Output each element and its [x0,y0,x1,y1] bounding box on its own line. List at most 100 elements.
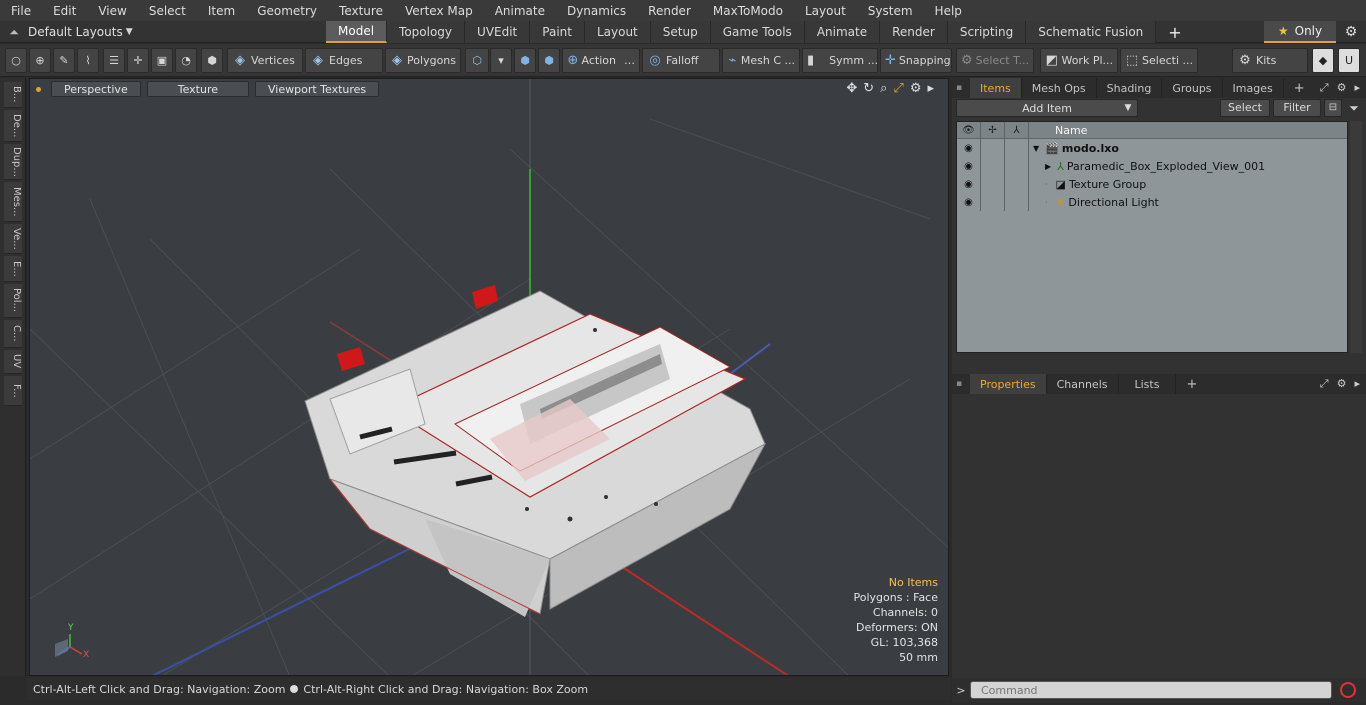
menu-dynamics[interactable]: Dynamics [556,4,637,18]
unity-icon[interactable]: ◆ [1312,48,1334,73]
left-tab-edge[interactable]: E... [4,256,22,282]
unreal-icon[interactable]: U [1338,48,1360,73]
left-tab-deform[interactable]: De... [4,110,22,142]
left-tab-mesh-edit[interactable]: Mes... [4,182,22,222]
menu-system[interactable]: System [857,4,924,18]
shield-mode-icon[interactable]: ⬢ [201,48,223,73]
add-panel-tab-icon[interactable]: + [1284,78,1315,98]
viewport-gear-icon[interactable]: ⚙ [910,81,922,96]
panel-grip-icon[interactable]: ▪ [956,374,964,394]
brush-icon[interactable]: ⌇ [77,48,99,73]
left-tab-fusion[interactable]: F... [4,376,22,406]
tree-row[interactable]: ◉ ▶ ⅄ Paramedic_Box_Exploded_View_001 [957,157,1347,175]
tree-row[interactable]: ◉ · ◪ Texture Group [957,175,1347,193]
tab-scripting[interactable]: Scripting [947,21,1027,43]
menu-vertex-map[interactable]: Vertex Map [394,4,484,18]
axis-header-icon[interactable]: ⅄ [1005,122,1029,139]
eye-icon[interactable]: ◉ [957,175,981,193]
viewport-menu-dot[interactable] [36,86,41,92]
tree-scrollbar[interactable] [1350,121,1362,353]
tab-model[interactable]: Model [326,21,388,43]
tab-render[interactable]: Render [880,21,948,43]
zoom-icon[interactable]: ⌕ [880,81,887,96]
select-button[interactable]: Select [1220,99,1270,117]
panel-menu-icon[interactable]: ▸ [1354,377,1360,391]
menu-layout[interactable]: Layout [794,4,857,18]
command-history-icon[interactable]: > [952,684,970,697]
tab-images[interactable]: Images [1223,78,1284,98]
left-tab-polygon[interactable]: Pol... [4,284,22,318]
eye-icon[interactable]: ◉ [957,157,981,175]
left-tab-duplicate[interactable]: Dup... [4,144,22,180]
panel-gear-icon[interactable]: ⚙ [1337,81,1347,95]
kits-button[interactable]: ⚙ Kits [1232,48,1308,73]
panel-menu-icon[interactable]: ▸ [1354,81,1360,95]
left-tab-curve[interactable]: C... [4,320,22,348]
sphere-icon[interactable]: ◔ [175,48,197,73]
tab-lists[interactable]: Lists [1119,374,1177,394]
layout-up-icon[interactable]: ⏶ [0,25,28,40]
menu-select[interactable]: Select [138,4,197,18]
falloff-button[interactable]: ◎ Falloff [642,48,720,73]
vertices-button[interactable]: ◈ Vertices [227,48,303,73]
menu-edit[interactable]: Edit [42,4,87,18]
frame-icon[interactable]: ▣ [151,48,173,73]
funnel-icon[interactable]: ⏷ [1345,99,1363,117]
tab-game-tools[interactable]: Game Tools [710,21,805,43]
eye-icon[interactable]: ◉ [957,193,981,211]
center-icon[interactable]: ✛ [127,48,149,73]
expand-panel-icon[interactable]: ⤢ [1320,377,1329,391]
tab-schematic-fusion[interactable]: Schematic Fusion [1026,21,1157,43]
chevron-down-icon[interactable]: ▾ [490,48,512,73]
work-plane-button[interactable]: ◩ Work Pl... [1040,48,1118,73]
chevron-down-icon[interactable]: ▼ [1121,101,1135,115]
menu-maxtomodo[interactable]: MaxToModo [702,4,794,18]
tab-uvedit[interactable]: UVEdit [465,21,531,43]
select-through-button[interactable]: ⚙ Select T... [956,48,1034,73]
tab-items[interactable]: Items [970,78,1022,98]
action-button[interactable]: ⊕ Action … [562,48,640,73]
viewport-canvas[interactable] [30,79,949,676]
add-panel-tab-icon[interactable]: + [1176,374,1207,394]
panel-grip-icon[interactable]: ▪ [956,78,964,98]
left-tab-uv[interactable]: UV [4,350,22,374]
tab-properties[interactable]: Properties [970,374,1047,394]
menu-item[interactable]: Item [197,4,246,18]
polygons-button[interactable]: ◈ Polygons [385,48,461,73]
expand-panel-icon[interactable]: ⤢ [1320,81,1329,95]
name-column-header[interactable]: Name [1041,124,1087,137]
tab-animate[interactable]: Animate [804,21,881,43]
layout-selector[interactable]: ⏶ Default Layouts ▼ [0,21,170,43]
play-arrow-icon[interactable]: ▸ [927,81,934,96]
item-mode-icon[interactable]: ⬡ [465,48,489,73]
add-item-button[interactable]: Add Item ▼ [956,99,1138,117]
perspective-button[interactable]: Perspective [51,81,141,97]
left-tab-vertex[interactable]: Ve... [4,224,22,254]
align-icon[interactable]: ☰ [103,48,125,73]
pan-icon[interactable]: ✥ [846,81,857,96]
texture-button[interactable]: Texture [146,81,249,97]
menu-animate[interactable]: Animate [484,4,556,18]
collapse-icon[interactable]: ⊟ [1324,99,1342,117]
mesh-constraint-button[interactable]: ⌁ Mesh C ... [722,48,800,73]
filter-button[interactable]: Filter [1273,99,1321,117]
tab-groups[interactable]: Groups [1162,78,1223,98]
edges-button[interactable]: ◈ Edges [305,48,383,73]
gear-icon[interactable]: ⚙ [1338,21,1364,43]
lock-header-icon[interactable]: ✢ [981,122,1005,139]
3d-viewport[interactable]: Perspective Texture Viewport Textures ✥ … [29,78,949,676]
expander-icon[interactable]: ▼ [1033,144,1039,153]
only-button[interactable]: ★ Only [1264,21,1336,43]
tab-channels[interactable]: Channels [1047,374,1119,394]
menu-file[interactable]: File [0,4,42,18]
expander-icon[interactable]: ▶ [1045,162,1051,171]
tab-layout[interactable]: Layout [584,21,651,43]
symmetry-button[interactable]: ▮ Symm ... [802,48,878,73]
symmetry-x-icon[interactable]: ⬢ [514,48,536,73]
tab-mesh-ops[interactable]: Mesh Ops [1022,78,1097,98]
tree-row[interactable]: ◉ ▼ 🎬 modo.lxo [957,139,1347,157]
tree-row[interactable]: ◉ · ☀ Directional Light [957,193,1347,211]
globe-icon[interactable]: ⊕ [29,48,51,73]
menu-render[interactable]: Render [637,4,702,18]
menu-view[interactable]: View [87,4,137,18]
